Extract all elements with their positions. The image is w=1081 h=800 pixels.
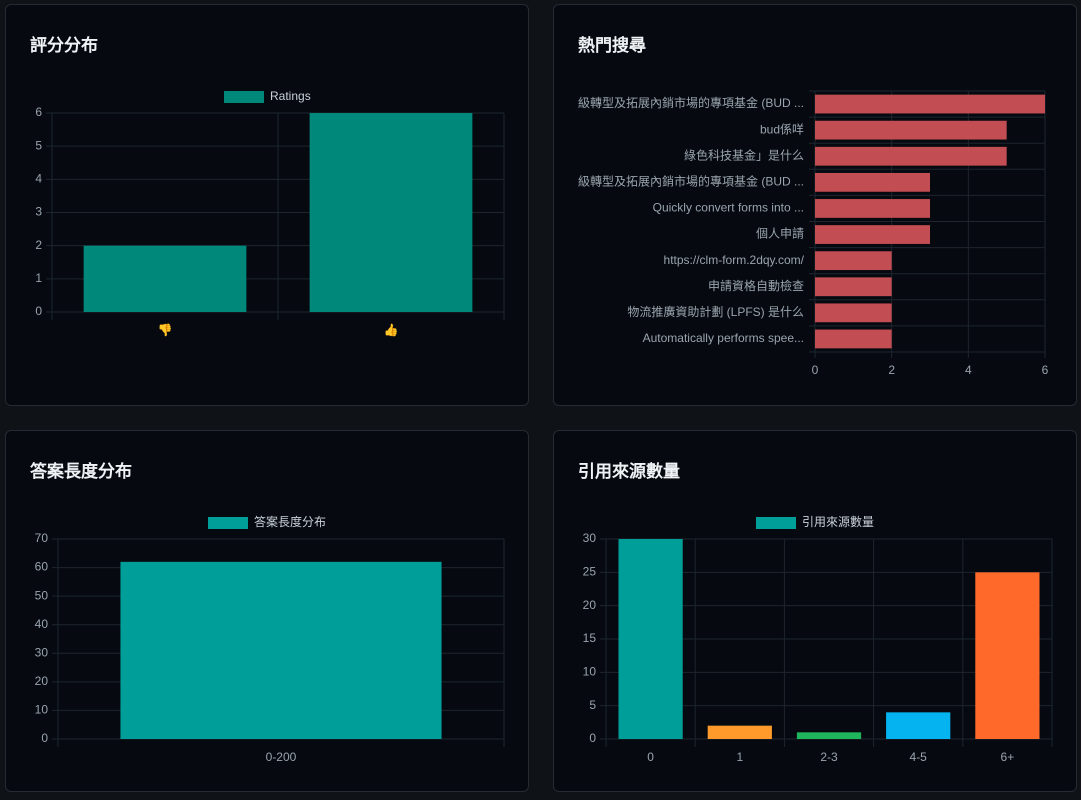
bar [886,712,951,739]
bar [815,225,930,244]
y-tick-label: 50 [35,588,49,602]
bar [309,113,473,312]
y-tick-label: 40 [35,617,49,631]
citations-card: 引用來源數量 引用來源數量 0 5 10 15 20 25 30 0 1 2-3 4-5 6+ [553,430,1077,792]
y-tick-label: 15 [583,631,597,645]
bar [815,329,892,349]
y-tick-label: https://clm-form.2dqy.com/ [664,253,805,267]
y-tick-label: 25 [583,565,597,579]
legend-swatch [208,517,248,529]
y-tick-label: 6 [35,105,42,119]
legend-label: 引用來源數量 [802,515,874,529]
citations-chart: 引用來源數量 0 5 10 15 20 25 30 0 1 2-3 4-5 6+ [583,515,1053,764]
ratings-card: 評分分布 Ratings 0 1 2 3 4 5 6 👎 👍 [5,4,529,406]
y-tick-label: 0 [35,304,42,318]
bar [815,172,930,192]
y-tick-label: 3 [35,205,42,219]
x-tick-label: 2 [888,363,895,377]
y-tick-label: 物流推廣資助計劃 (LPFS) 是什么 [627,304,804,319]
y-tick-label: 30 [35,645,49,659]
y-tick-label: 30 [583,531,597,545]
y-tick-label: 70 [35,531,49,545]
x-tick-label: 4 [965,363,972,377]
bar [975,572,1040,739]
bar [707,725,772,739]
y-tick-label: Quickly convert forms into ... [653,201,804,215]
legend-label: 答案長度分布 [254,514,326,529]
y-tick-label: 5 [35,138,42,152]
y-tick-label: bud係咩 [760,121,804,136]
y-tick-label: 2 [35,238,42,252]
x-tick-label: 👍 [384,323,399,337]
y-tick-label: 20 [583,598,597,612]
x-tick-label: 4-5 [910,750,928,764]
y-tick-label: 20 [35,674,49,688]
bar [815,146,1007,166]
y-tick-label: 1 [35,271,42,285]
x-tick-label: 0-200 [266,750,297,764]
ratings-chart: Ratings 0 1 2 3 4 5 6 👎 👍 [35,89,505,337]
y-tick-label: 級轉型及拓展內銷市場的專項基金 (BUD ... [578,174,804,189]
bar [83,245,247,312]
bar [618,539,683,739]
y-tick-label: Automatically performs spee... [643,331,804,345]
bar [815,303,892,323]
bar [815,251,892,271]
y-tick-label: 申請資格自動檢查 [708,278,804,293]
y-tick-label: 級轉型及拓展內銷市場的專項基金 (BUD ... [578,95,804,110]
x-tick-label: 6+ [1001,750,1015,764]
legend-label: Ratings [270,89,311,103]
bar [796,732,862,739]
y-tick-label: 0 [589,731,596,745]
x-tick-label: 2-3 [820,750,838,764]
y-tick-label: 0 [41,731,48,745]
bar [815,94,1045,114]
x-tick-label: 1 [736,750,743,764]
answer-length-card: 答案長度分布 答案長度分布 0 10 20 30 40 50 60 70 0-200 [5,430,529,792]
y-tick-label: 綠色科技基金」是什么 [684,147,804,162]
answer-length-chart: 答案長度分布 0 10 20 30 40 50 60 70 0-200 [35,514,505,764]
x-tick-label: 6 [1042,363,1049,377]
top-search-chart: 0 2 4 6 級轉型及拓展內銷市場的專項基金 (BUD ... bud係咩綠色科技基金」… [578,90,1049,377]
legend-swatch [756,517,796,529]
bar [815,120,1007,140]
y-tick-label: 10 [35,703,49,717]
y-tick-label: 5 [589,698,596,712]
y-tick-label: 10 [583,665,597,679]
top-search-card: 熱門搜尋 0 2 4 6 級轉型及拓展內銷市場的專項基金 (BUD ... bud係咩 綠色… [553,4,1077,406]
bar [815,199,930,218]
y-tick-label: 個人申請 [756,227,804,241]
bar [815,277,892,297]
bar [120,561,442,739]
x-tick-label: 0 [647,750,654,764]
x-tick-label: 👎 [158,323,173,337]
x-tick-label: 0 [812,363,819,377]
y-tick-label: 4 [35,172,42,186]
legend-swatch [224,91,264,103]
y-tick-label: 60 [35,560,49,574]
